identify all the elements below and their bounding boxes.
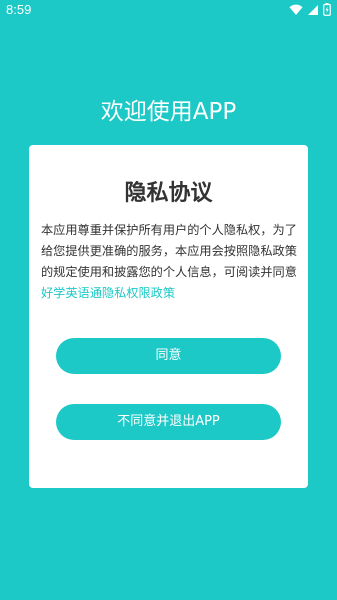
dialog-title: 隐私协议 xyxy=(124,181,213,206)
status-bar: 8:59 xyxy=(0,0,337,22)
signal-icon xyxy=(307,4,319,16)
dialog-body: 本应用尊重并保护所有用户的个人隐私权，为了给您提供更准确的服务，本应用会按照隐私… xyxy=(41,220,303,304)
wifi-icon xyxy=(289,4,303,16)
privacy-body-text: 本应用尊重并保护所有用户的个人隐私权，为了给您提供更准确的服务，本应用会按照隐私… xyxy=(41,223,297,279)
agree-button[interactable]: 同意 xyxy=(56,338,281,374)
privacy-dialog: 隐私协议 本应用尊重并保护所有用户的个人隐私权，为了给您提供更准确的服务，本应用… xyxy=(29,145,308,488)
welcome-title: 欢迎使用APP xyxy=(100,99,237,125)
battery-icon xyxy=(323,3,331,16)
privacy-policy-link[interactable]: 好学英语通隐私权限政策 xyxy=(41,286,175,300)
status-icons xyxy=(289,3,331,16)
status-time: 8:59 xyxy=(6,2,32,17)
disagree-exit-button[interactable]: 不同意并退出APP xyxy=(56,404,281,440)
